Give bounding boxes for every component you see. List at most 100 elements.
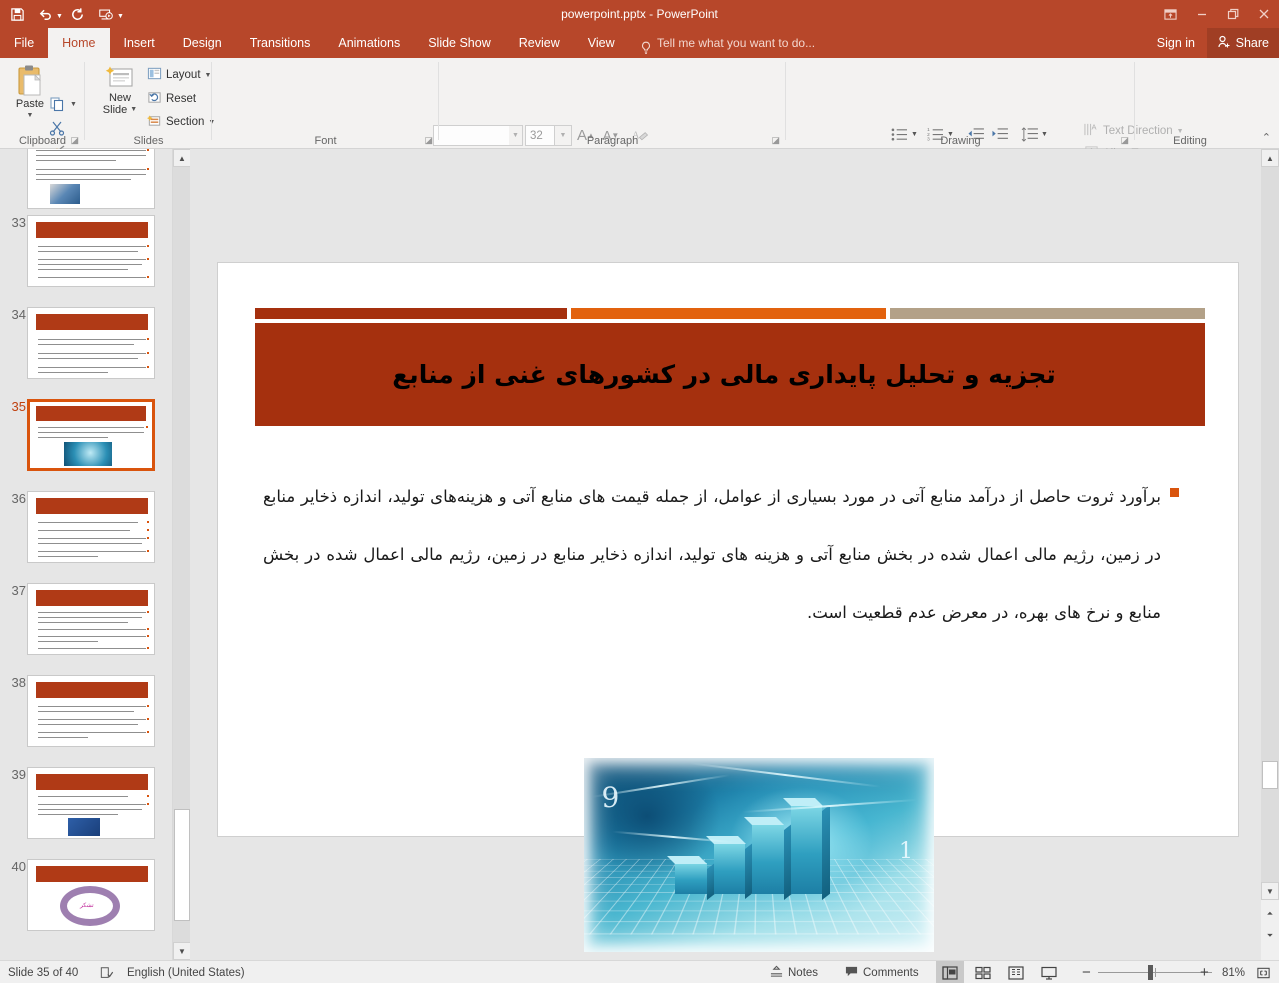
notes-button[interactable]: Notes — [770, 961, 818, 983]
slide-thumbnail[interactable] — [27, 583, 155, 655]
title-bar: ▼ ▼ powerpoint.pptx - PowerPoint — [0, 0, 1279, 28]
font-group-label: Font — [314, 135, 337, 147]
slide-title-placeholder[interactable]: تجزیه و تحلیل پایداری مالی در کشورهای غن… — [255, 323, 1205, 426]
slide-show-button[interactable] — [1035, 961, 1063, 983]
share-person-icon — [1217, 35, 1231, 52]
lightbulb-icon — [640, 36, 652, 54]
clipboard-dialog-launcher[interactable]: ◪ — [70, 135, 79, 146]
bullet-marker — [1170, 488, 1179, 497]
slide-thumbnail[interactable] — [27, 149, 155, 209]
new-slide-button[interactable]: New Slide ▼ — [95, 64, 145, 116]
previous-slide-button[interactable]: ⏶ — [1261, 905, 1279, 923]
slide-thumbnail[interactable] — [27, 491, 155, 563]
tab-transitions[interactable]: Transitions — [236, 28, 325, 58]
tab-home[interactable]: Home — [48, 28, 110, 58]
reading-view-button[interactable] — [1002, 961, 1030, 983]
slide-body-placeholder[interactable]: برآورد ثروت حاصل از درآمد منابع آتی در م… — [263, 468, 1183, 642]
slide-pane-scrollbar[interactable]: ▲ ▼ ⏶ ⏷ — [1261, 149, 1279, 960]
sign-in-button[interactable]: Sign in — [1157, 28, 1195, 58]
editing-group-label: Editing — [1173, 135, 1207, 147]
slide-sorter-view-button[interactable] — [969, 961, 997, 983]
copy-dropdown-icon[interactable]: ▼ — [70, 101, 77, 108]
current-slide[interactable]: تجزیه و تحلیل پایداری مالی در کشورهای غن… — [217, 262, 1239, 952]
slide-scroll-up-button[interactable]: ▲ — [1261, 149, 1279, 167]
tab-insert[interactable]: Insert — [110, 28, 169, 58]
slide-scroll-down-button[interactable]: ▼ — [1261, 882, 1279, 900]
ribbon-group-paragraph: ▼ 123 ▼ ▼ ▼ ▶¶ ¶◀ ▼ — [439, 58, 1216, 183]
collapse-ribbon-icon[interactable]: ⌃ — [1262, 131, 1271, 144]
ribbon-display-options-icon[interactable] — [1155, 0, 1186, 28]
comments-button[interactable]: Comments — [845, 961, 919, 983]
slide-thumbnail-selected[interactable] — [27, 399, 155, 471]
slide-thumbnail[interactable] — [27, 767, 155, 839]
paste-label: Paste — [15, 98, 45, 110]
zoom-slider-handle[interactable] — [1148, 965, 1153, 980]
status-bar: Slide 35 of 40 English (United States) N… — [0, 960, 1279, 983]
slide-indicator[interactable]: Slide 35 of 40 — [8, 961, 78, 983]
thumbnails-scroll-up-button[interactable]: ▲ — [173, 149, 191, 167]
zoom-in-button[interactable]: + — [1200, 961, 1209, 983]
ribbon-group-slides: New Slide ▼ Layout ▼ Reset Section ▼ — [85, 58, 215, 149]
restore-icon[interactable] — [1217, 0, 1248, 28]
paste-dropdown-icon[interactable]: ▼ — [27, 110, 34, 122]
slide-number: 36 — [11, 491, 26, 506]
normal-view-button[interactable] — [936, 961, 964, 983]
font-dialog-launcher[interactable]: ◪ — [424, 135, 433, 146]
zoom-out-icon: − — [1082, 964, 1091, 981]
slide-number: 33 — [11, 215, 26, 230]
layout-icon — [147, 66, 162, 84]
language-indicator[interactable]: English (United States) — [127, 961, 245, 983]
comment-icon — [845, 965, 858, 981]
section-label: Section — [166, 116, 205, 128]
zoom-level-label[interactable]: 81% — [1222, 961, 1245, 983]
slide-number: 39 — [11, 767, 26, 782]
tab-design[interactable]: Design — [169, 28, 236, 58]
copy-button[interactable] — [45, 94, 69, 114]
ribbon-group-clipboard: Paste ▼ ▼ Clipboard ◪ — [0, 58, 85, 157]
slide-thumbnail[interactable]: تشکر — [27, 859, 155, 931]
share-button[interactable]: Share — [1206, 28, 1279, 58]
tell-me-search[interactable]: Tell me what you want to do... — [640, 28, 815, 58]
share-label: Share — [1235, 36, 1269, 50]
slide-body-text: برآورد ثروت حاصل از درآمد منابع آتی در م… — [263, 487, 1161, 622]
thumbnails-scroll-down-button[interactable]: ▼ — [173, 942, 191, 960]
fit-to-window-button[interactable] — [1256, 961, 1271, 983]
slide-number: 34 — [11, 307, 26, 322]
window-controls — [1155, 0, 1279, 28]
layout-button[interactable]: Layout ▼ — [147, 64, 211, 86]
ribbon-group-font: ▼ 32 ▼ A▲ A▼ A B I U S abc AV↔ ▼ Aa ▼ A … — [212, 58, 648, 175]
accent-bar-orange — [571, 308, 886, 319]
tab-file[interactable]: File — [0, 28, 49, 58]
minimize-icon[interactable] — [1186, 0, 1217, 28]
thumbnails-scrollbar[interactable]: ▲ ▼ — [172, 149, 191, 960]
paragraph-group-label: Paragraph — [586, 135, 639, 147]
zoom-slider[interactable] — [1098, 961, 1212, 983]
tab-view[interactable]: View — [574, 28, 629, 58]
slide-scroll-thumb[interactable] — [1262, 761, 1278, 789]
slide-picture[interactable]: 9 1 — [584, 758, 934, 952]
tab-review[interactable]: Review — [505, 28, 574, 58]
new-slide-dropdown-icon[interactable]: ▼ — [130, 104, 137, 116]
paragraph-dialog-launcher[interactable]: ◪ — [771, 135, 780, 146]
slide-thumbnail[interactable] — [27, 675, 155, 747]
paste-icon — [15, 64, 45, 98]
spelling-check-icon[interactable] — [100, 961, 114, 983]
comments-label: Comments — [863, 966, 919, 979]
tab-slide-show[interactable]: Slide Show — [414, 28, 505, 58]
slide-thumbnail[interactable] — [27, 307, 155, 379]
slide-editing-surface[interactable]: تجزیه و تحلیل پایداری مالی در کشورهای غن… — [190, 149, 1255, 960]
slide-thumbnails-pane[interactable]: 33 34 35 36 37 38 39 40 تشکر — [0, 149, 172, 960]
zoom-out-button[interactable]: − — [1082, 961, 1091, 983]
ribbon-group-drawing: ▲ ▼ ▤ Arrange ▼ Quick — [786, 58, 1135, 149]
tab-animations[interactable]: Animations — [324, 28, 414, 58]
thumbnails-scroll-thumb[interactable] — [174, 809, 190, 921]
section-button[interactable]: Section ▼ — [147, 111, 215, 133]
next-slide-button[interactable]: ⏷ — [1261, 927, 1279, 945]
reset-button[interactable]: Reset — [147, 88, 196, 110]
close-icon[interactable] — [1248, 0, 1279, 28]
drawing-dialog-launcher[interactable]: ◪ — [1120, 135, 1129, 146]
window-title: powerpoint.pptx - PowerPoint — [561, 7, 718, 21]
ribbon-tab-bar: File Home Insert Design Transitions Anim… — [0, 28, 1279, 58]
accent-bar-red — [255, 308, 567, 319]
slide-thumbnail[interactable] — [27, 215, 155, 287]
